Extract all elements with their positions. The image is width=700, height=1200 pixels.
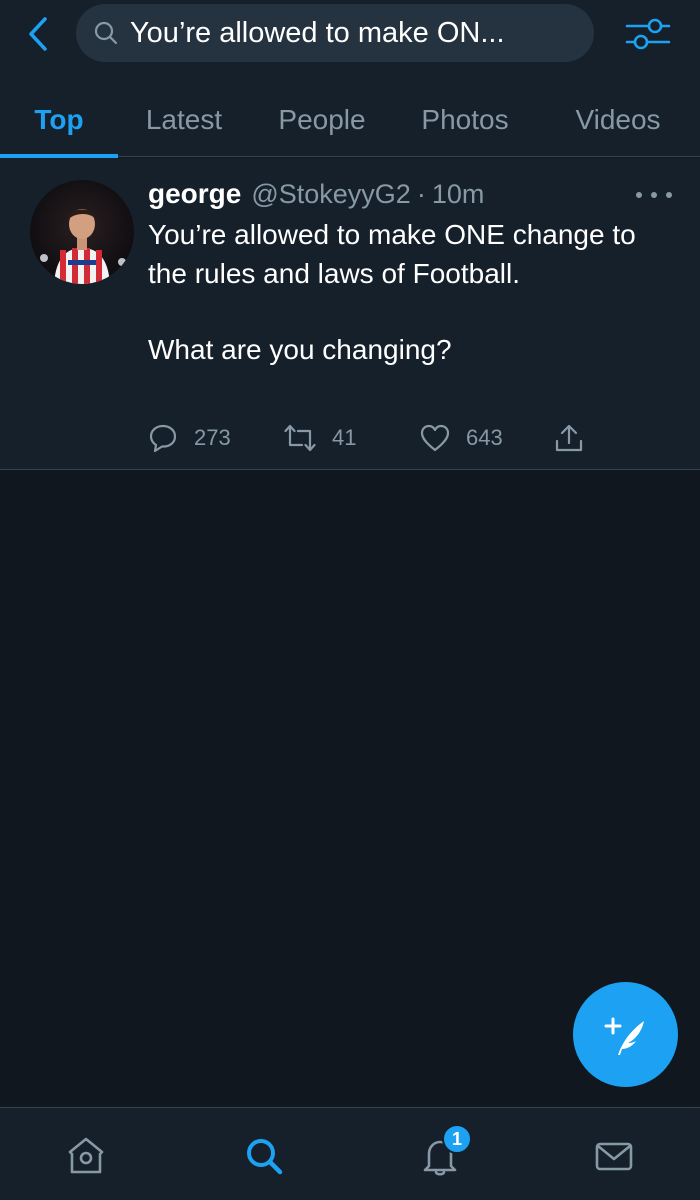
tweet-actions: 273 41 643 — [148, 420, 608, 456]
tweet[interactable]: george @StokeyyG2 · 10m You’re allowed t… — [0, 158, 700, 470]
header: You’re allowed to make ON... Top Latest … — [0, 0, 700, 158]
like-count: 643 — [466, 425, 503, 450]
twitter-search-results: You’re allowed to make ON... Top Latest … — [0, 0, 700, 1200]
compose-icon — [604, 1017, 644, 1055]
tab-photos[interactable]: Photos — [404, 82, 526, 157]
comment-icon — [149, 424, 177, 453]
tweet-text-line: You’re allowed to make ONE change to the… — [148, 219, 636, 289]
home-icon — [68, 1137, 104, 1174]
tweet-timestamp: 10m — [431, 179, 485, 209]
tweet-text: You’re allowed to make ONE change to the… — [148, 216, 668, 370]
back-button[interactable] — [18, 14, 58, 54]
nav-explore[interactable] — [236, 1128, 292, 1184]
like-button[interactable]: 643 — [420, 420, 503, 456]
share-icon — [555, 424, 583, 452]
search-icon — [92, 19, 120, 47]
nav-notifications[interactable]: 1 — [412, 1124, 472, 1184]
search-filter-button[interactable] — [622, 10, 674, 58]
avatar[interactable] — [30, 180, 134, 284]
search-icon — [247, 1139, 283, 1175]
more-dots-icon — [636, 192, 642, 198]
tab-latest[interactable]: Latest — [128, 82, 240, 157]
reply-button[interactable]: 273 — [148, 420, 231, 456]
retweet-button[interactable]: 41 — [284, 420, 356, 456]
notification-badge: 1 — [442, 1124, 472, 1154]
search-tabs: Top Latest People Photos Videos — [0, 82, 700, 158]
retweet-count: 41 — [332, 425, 357, 450]
tab-top[interactable]: Top — [0, 82, 118, 157]
more-options-button[interactable] — [636, 188, 672, 202]
search-bar[interactable]: You’re allowed to make ON... — [76, 4, 594, 62]
separator-dot: · — [416, 179, 426, 209]
tweet-text-line: What are you changing? — [148, 334, 452, 365]
bottom-navigation: 1 — [0, 1107, 700, 1200]
retweet-icon — [284, 424, 316, 452]
user-handle[interactable]: @StokeyyG2 — [251, 179, 410, 210]
search-input[interactable]: You’re allowed to make ON... — [130, 17, 570, 50]
chevron-left-icon — [29, 17, 47, 51]
tab-videos[interactable]: Videos — [556, 82, 680, 157]
tab-people[interactable]: People — [262, 82, 382, 157]
display-name[interactable]: george — [148, 178, 241, 210]
compose-tweet-button[interactable] — [573, 982, 678, 1087]
heart-icon — [420, 424, 450, 452]
reply-count: 273 — [194, 425, 231, 450]
nav-home[interactable] — [58, 1128, 114, 1184]
share-button[interactable] — [554, 420, 584, 456]
envelope-icon — [595, 1142, 633, 1171]
nav-messages[interactable] — [586, 1128, 642, 1184]
tweet-header: george @StokeyyG2 · 10m — [148, 178, 484, 212]
sliders-icon — [625, 18, 671, 50]
